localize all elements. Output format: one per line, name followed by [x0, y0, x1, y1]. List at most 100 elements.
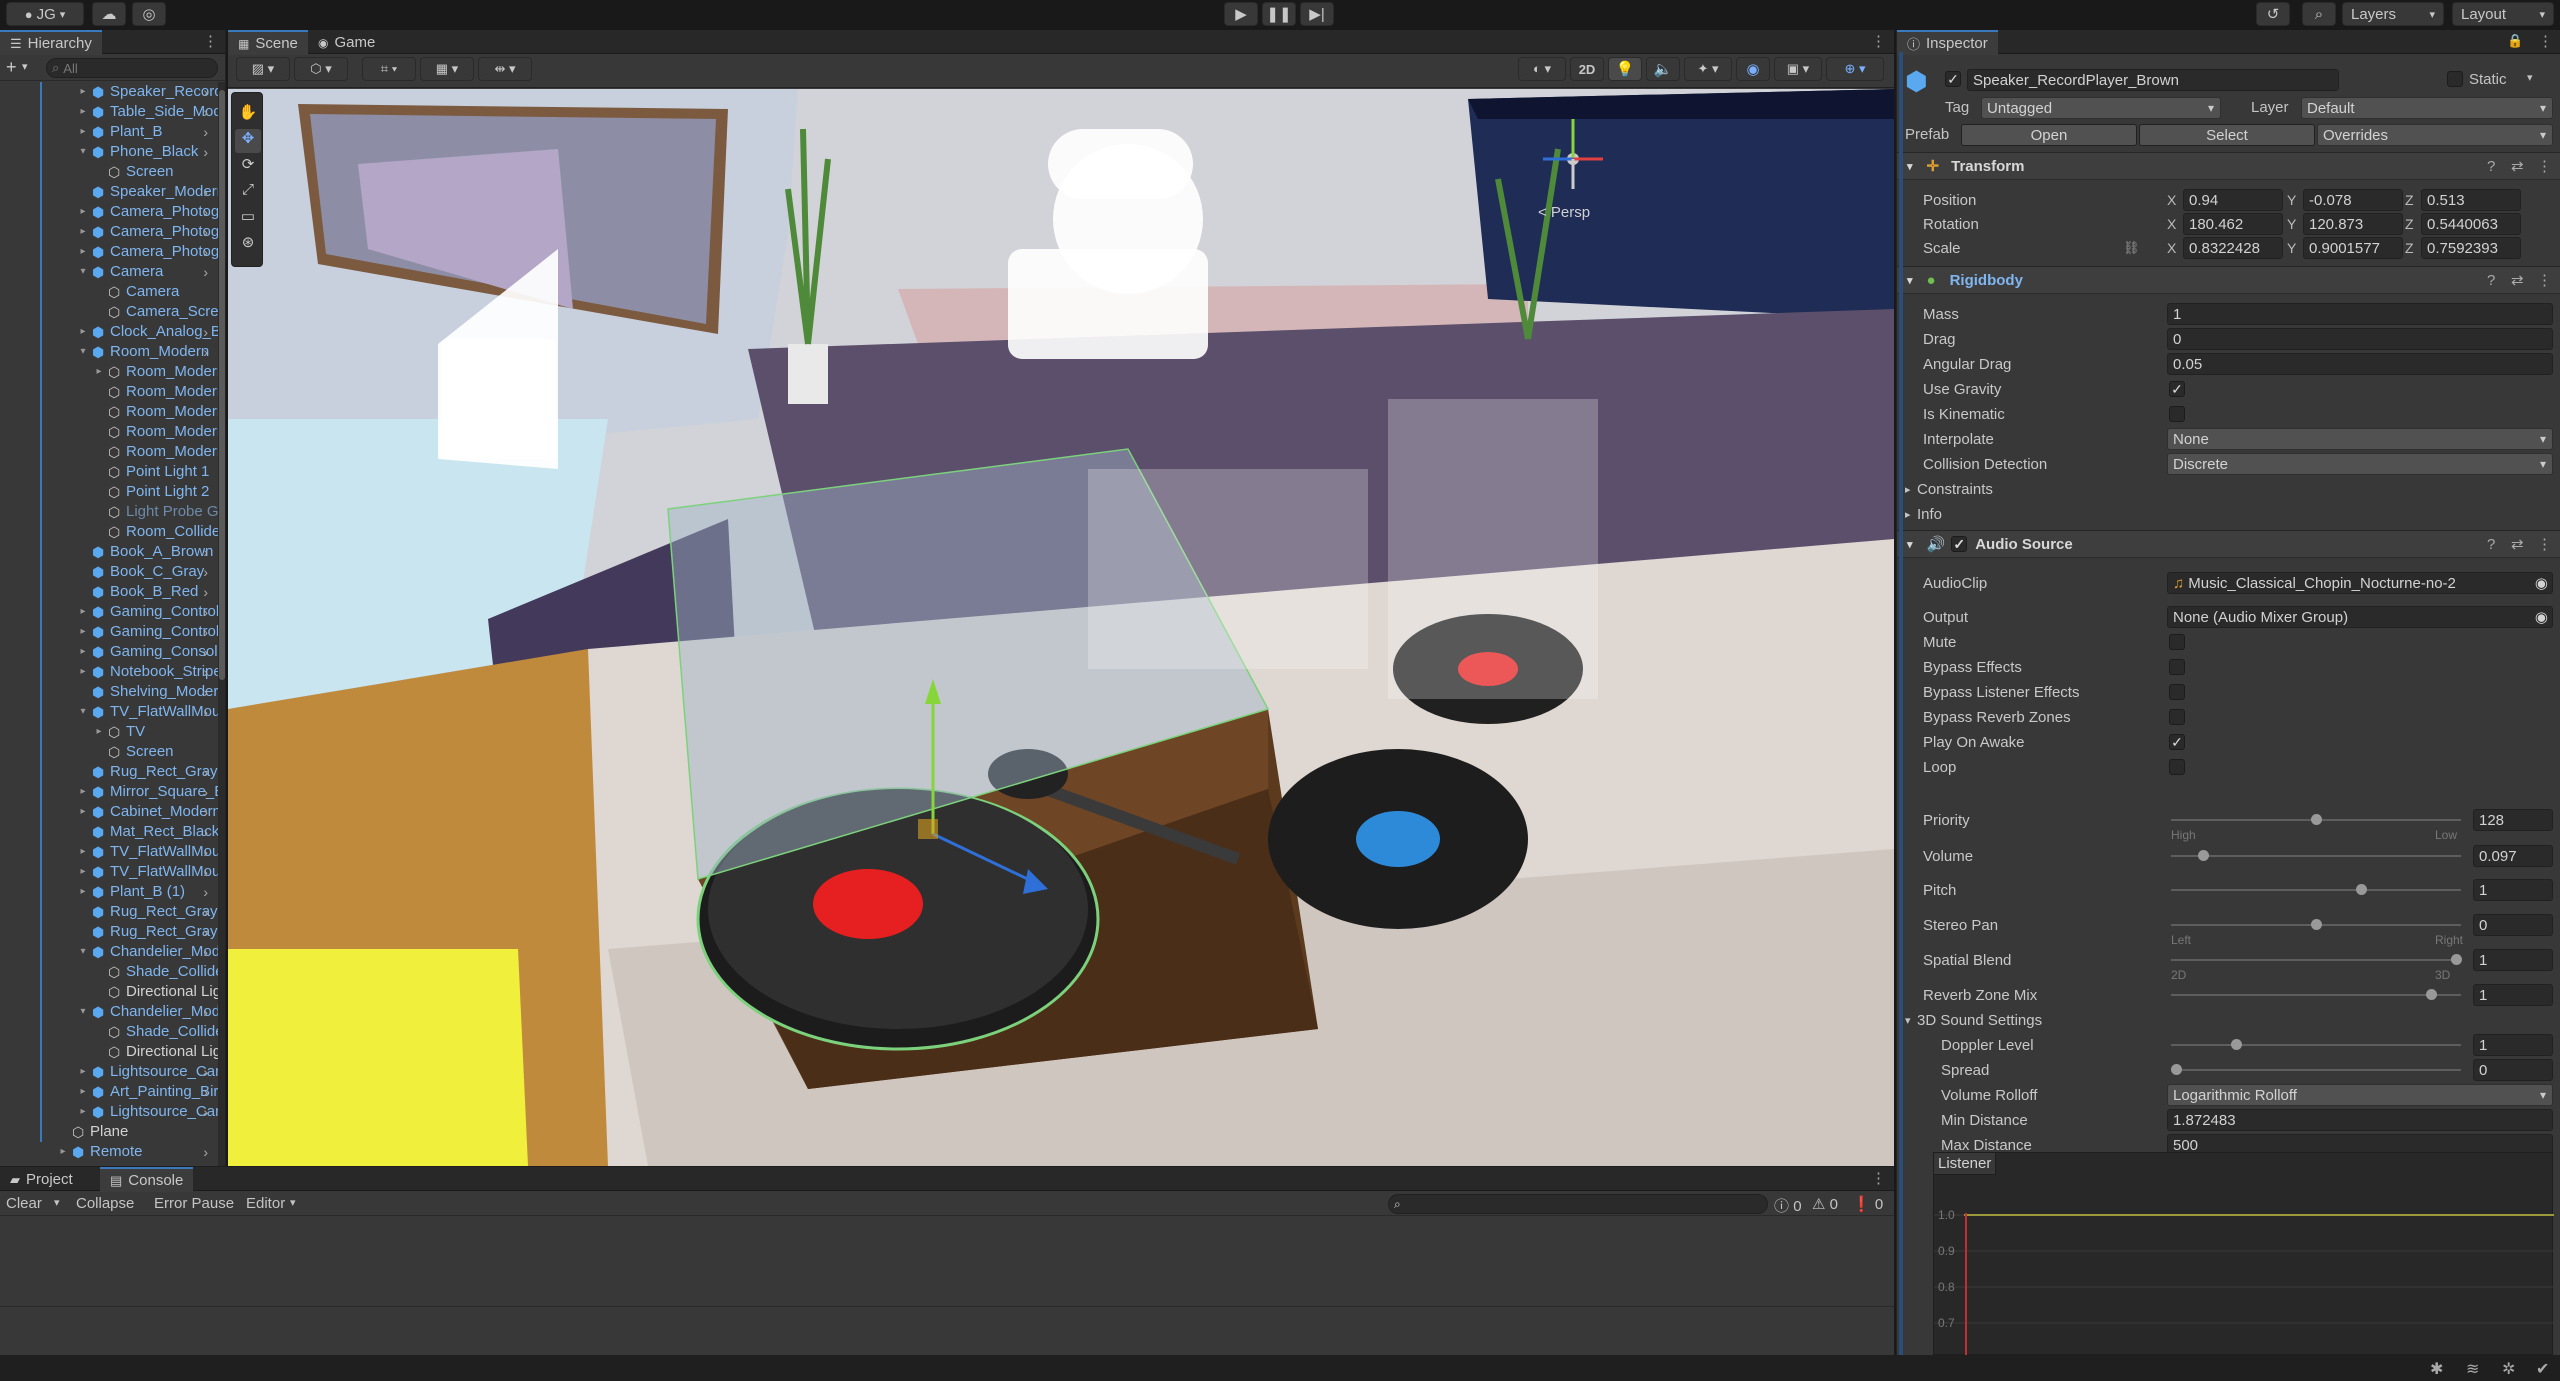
- tab-scene[interactable]: ▦ Scene: [228, 30, 308, 55]
- scale-tool-icon[interactable]: ⤢: [235, 181, 261, 205]
- audio-source-enabled-checkbox[interactable]: ✓: [1951, 536, 1968, 552]
- open-prefab-icon[interactable]: ›: [203, 824, 208, 840]
- scene-viewport[interactable]: < Persp ✋ ✥ ⟳ ⤢ ▭ ⊛: [228, 89, 1894, 1166]
- stereo-pan-knob[interactable]: [2311, 919, 2322, 930]
- chevron-right-icon[interactable]: ▸: [78, 667, 88, 677]
- cache-icon[interactable]: ≋: [2466, 1359, 2479, 1379]
- reverb-zone-mix-field[interactable]: 1: [2473, 984, 2553, 1006]
- rotation-z-field[interactable]: 0.5440063: [2421, 213, 2521, 235]
- audio-toggle[interactable]: 🔈: [1646, 57, 1680, 81]
- sound3d-row[interactable]: ▾ 3D Sound Settings: [1897, 1008, 2560, 1032]
- bypass-listener-checkbox[interactable]: [2169, 684, 2185, 700]
- rolloff-graph[interactable]: Listener 1.0 0.9 0.8 0.7: [1933, 1152, 2554, 1355]
- tab-inspector[interactable]: ⓘ Inspector: [1897, 30, 1998, 55]
- chevron-right-icon[interactable]: ▸: [78, 607, 88, 617]
- chevron-right-icon[interactable]: ▸: [78, 327, 88, 337]
- console-log-area[interactable]: [0, 1217, 1894, 1307]
- more-icon[interactable]: ⋮: [1871, 32, 1886, 50]
- open-prefab-icon[interactable]: ›: [203, 1104, 208, 1120]
- hierarchy-item[interactable]: ⬡ Point Light 1: [0, 462, 218, 482]
- prefab-overrides-dropdown[interactable]: Overrides: [2317, 124, 2553, 146]
- active-checkbox[interactable]: ✓: [1945, 71, 1961, 87]
- z-axis-label[interactable]: Z: [2405, 240, 2414, 256]
- hierarchy-item[interactable]: ⬢ Rug_Rect_Gray (2)›: [0, 922, 225, 942]
- camera-dropdown[interactable]: ▣ ▾: [1774, 57, 1822, 81]
- lighting-toggle[interactable]: 💡: [1608, 57, 1642, 81]
- object-name-field[interactable]: Speaker_RecordPlayer_Brown: [1967, 69, 2339, 91]
- open-prefab-icon[interactable]: ›: [203, 564, 208, 580]
- open-prefab-icon[interactable]: ›: [203, 804, 208, 820]
- collab-button[interactable]: ◎: [132, 2, 166, 26]
- loop-checkbox[interactable]: [2169, 759, 2185, 775]
- reverb-zone-mix-knob[interactable]: [2426, 989, 2437, 1000]
- open-prefab-icon[interactable]: ›: [203, 664, 208, 680]
- clear-button[interactable]: Clear: [6, 1195, 42, 1212]
- help-icon[interactable]: ?: [2487, 536, 2495, 553]
- more-icon[interactable]: ⋮: [2537, 535, 2552, 553]
- hierarchy-item[interactable]: ⬡ Room_Modern_Window_Glas: [0, 442, 225, 462]
- chevron-down-icon[interactable]: ▾: [78, 947, 88, 957]
- chevron-right-icon[interactable]: ▸: [78, 87, 88, 97]
- hierarchy-item[interactable]: ⬢ Book_B_Red ›: [0, 582, 218, 602]
- console-search-input[interactable]: ⌕: [1388, 1194, 1768, 1214]
- editor-dropdown[interactable]: Editor: [246, 1195, 285, 1212]
- grid-dropdown[interactable]: ▦ ▾: [420, 57, 474, 81]
- rotate-tool-icon[interactable]: ⟳: [235, 155, 261, 179]
- hierarchy-item[interactable]: ⬡ Light Probe Group: [0, 502, 225, 522]
- chevron-down-icon[interactable]: ▾: [54, 1196, 60, 1209]
- chevron-right-icon[interactable]: ▸: [78, 227, 88, 237]
- hierarchy-item[interactable]: ⬡ Camera: [0, 282, 218, 302]
- pitch-field[interactable]: 1: [2473, 879, 2553, 901]
- hierarchy-item[interactable]: ▸ ⬢ Gaming_Console ›: [0, 642, 225, 662]
- doppler-slider[interactable]: [2171, 1039, 2461, 1050]
- transform-tool-icon[interactable]: ⊛: [235, 233, 261, 257]
- z-axis-label[interactable]: Z: [2405, 192, 2414, 208]
- hierarchy-search-input[interactable]: ⌕ All: [46, 58, 218, 78]
- hierarchy-item[interactable]: ⬡ Room_Modern_Floor: [0, 382, 225, 402]
- mute-checkbox[interactable]: [2169, 634, 2185, 650]
- position-z-field[interactable]: 0.513: [2421, 189, 2521, 211]
- hierarchy-item[interactable]: ⬡ Screen: [0, 742, 218, 762]
- help-icon[interactable]: ?: [2487, 158, 2495, 175]
- hierarchy-item[interactable]: ▸ ⬢ Remote ›: [0, 1142, 218, 1162]
- hierarchy-item[interactable]: ⬡ Shade_Collider: [0, 1022, 225, 1042]
- hierarchy-item[interactable]: ⬡ Room_Modern_Window: [0, 422, 225, 442]
- bypass-reverb-checkbox[interactable]: [2169, 709, 2185, 725]
- hierarchy-item[interactable]: ▸ ⬢ Camera_Photograph (1)›: [0, 222, 225, 242]
- gizmos-dropdown[interactable]: ⊕ ▾: [1826, 57, 1884, 81]
- error-count-toggle[interactable]: ❗ 0: [1852, 1195, 1883, 1213]
- open-prefab-icon[interactable]: ›: [203, 1144, 208, 1160]
- hierarchy-item[interactable]: ▸ ⬢ Cabinet_Modern_Gray (1)›: [0, 802, 225, 822]
- chevron-right-icon[interactable]: ▸: [94, 727, 104, 737]
- visibility-toggle[interactable]: ◉: [1736, 57, 1770, 81]
- play-button[interactable]: ▶: [1224, 2, 1258, 26]
- pivot-dropdown[interactable]: ⬡ ▾: [294, 57, 348, 81]
- hierarchy-item[interactable]: ⬡ Plane: [0, 1122, 218, 1142]
- chevron-right-icon[interactable]: ▸: [78, 107, 88, 117]
- open-prefab-icon[interactable]: ›: [203, 884, 208, 900]
- chevron-right-icon[interactable]: ▸: [78, 1107, 88, 1117]
- hierarchy-item[interactable]: ⬡ Screen: [0, 162, 218, 182]
- chevron-right-icon[interactable]: ▸: [78, 247, 88, 257]
- z-axis-label[interactable]: Z: [2405, 216, 2414, 232]
- chevron-right-icon[interactable]: ▸: [78, 627, 88, 637]
- hierarchy-item[interactable]: ▸ ⬡ TV: [0, 722, 218, 742]
- is-kinematic-checkbox[interactable]: [2169, 406, 2185, 422]
- hierarchy-item[interactable]: ▾ ⬢ Phone_Black ›: [0, 142, 218, 162]
- rotation-y-field[interactable]: 120.873: [2303, 213, 2403, 235]
- tab-console[interactable]: ▤ Console: [100, 1167, 194, 1192]
- chevron-right-icon[interactable]: ▸: [78, 1087, 88, 1097]
- hierarchy-item[interactable]: ⬢ Speaker_Modern ›: [0, 182, 225, 202]
- search-button[interactable]: ⌕: [2302, 2, 2336, 26]
- open-prefab-icon[interactable]: ›: [203, 264, 208, 280]
- volume-field[interactable]: 0.097: [2473, 845, 2553, 867]
- increment-dropdown[interactable]: ⇹ ▾: [478, 57, 532, 81]
- hierarchy-item[interactable]: ▸ ⬢ Gaming_Controller (1)›: [0, 602, 225, 622]
- audioclip-field[interactable]: ♫ Music_Classical_Chopin_Nocturne-no-2 ◉: [2167, 572, 2553, 594]
- rolloff-dropdown[interactable]: Logarithmic Rolloff: [2167, 1084, 2553, 1106]
- open-prefab-icon[interactable]: ›: [203, 844, 208, 860]
- scale-z-field[interactable]: 0.7592393: [2421, 237, 2521, 259]
- preset-icon[interactable]: ⇄: [2511, 157, 2524, 175]
- play-on-awake-checkbox[interactable]: ✓: [2169, 734, 2185, 750]
- open-prefab-icon[interactable]: ›: [203, 144, 208, 160]
